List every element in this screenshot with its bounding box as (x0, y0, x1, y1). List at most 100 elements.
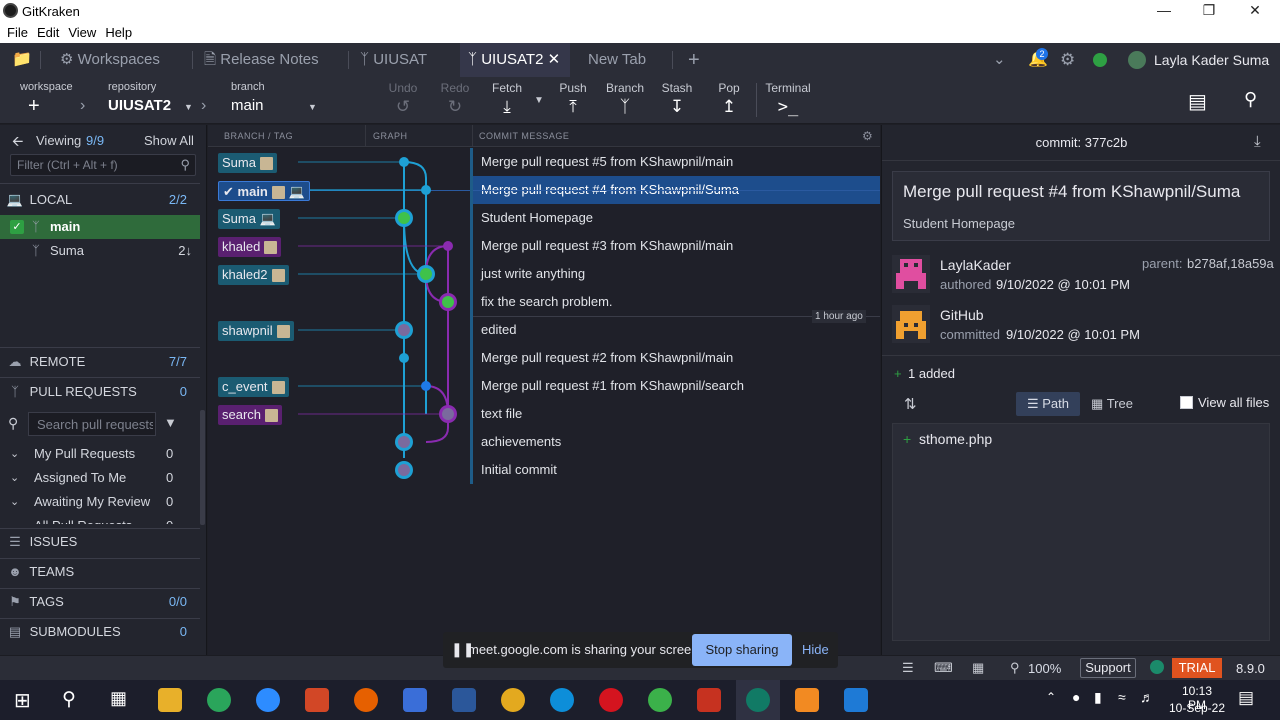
pr-search-input[interactable]: Search pull requests (28, 412, 156, 436)
back-arrow-icon[interactable]: 🡨 (12, 131, 23, 155)
local-branch-main[interactable]: ✓ ᛉ main (0, 215, 200, 239)
issues-section[interactable]: ☰ ISSUES (0, 529, 200, 555)
parent-hashes[interactable]: b278af,18a59a (1187, 256, 1274, 271)
task-view-icon[interactable]: ▦ (110, 688, 127, 709)
view-all-files-checkbox[interactable] (1180, 396, 1193, 409)
add-tab-icon[interactable]: + (680, 43, 704, 77)
commit-row[interactable]: achievements (473, 428, 880, 456)
branch-badge[interactable]: khaled (218, 237, 282, 257)
commit-row[interactable]: Merge pull request #1 from KShawpnil/sea… (473, 372, 880, 400)
powerpoint-icon[interactable] (305, 688, 329, 712)
stash-button[interactable]: Stash ↧ (654, 81, 700, 117)
undo-button[interactable]: Undo ↺ (380, 81, 426, 117)
close-tab-icon[interactable]: ✕ (548, 51, 561, 68)
filter-icon[interactable]: ▼ (164, 415, 177, 430)
branch-badge[interactable]: search (218, 405, 283, 425)
gitkraken-taskbar-icon[interactable] (746, 688, 770, 712)
pop-button[interactable]: Pop ↥ (706, 81, 752, 117)
layout-icon[interactable]: ▤ (1188, 89, 1207, 114)
commit-row[interactable]: text file (473, 400, 880, 428)
branch-button[interactable]: Branch ᛉ (602, 81, 648, 117)
local-branch-suma[interactable]: ᛉ Suma 2↓ (0, 239, 200, 263)
tree-view-button[interactable]: ▦ Tree (1084, 392, 1140, 416)
tab-release-notes[interactable]: 🗎 Release Notes (196, 43, 346, 77)
show-all-button[interactable]: Show All (144, 133, 194, 148)
branch-badge[interactable]: Suma (218, 153, 277, 173)
xampp-icon[interactable] (795, 688, 819, 712)
sort-icon[interactable]: ⇅ (904, 395, 917, 413)
branch-selector[interactable]: main (231, 97, 264, 114)
wifi-icon[interactable]: ≈ (1118, 689, 1126, 705)
tab-workspaces[interactable]: ⚙ Workspaces (52, 43, 190, 77)
minimize-icon[interactable]: — (1149, 2, 1179, 18)
download-icon[interactable]: ⤓ (1254, 133, 1261, 150)
commit-row[interactable]: Merge pull request #3 from KShawpnil/mai… (473, 232, 880, 260)
edge-icon[interactable] (550, 688, 574, 712)
remote-section[interactable]: ☁ REMOTE 7/7 (0, 349, 200, 375)
word-icon[interactable] (452, 688, 476, 712)
commit-row[interactable]: Merge pull request #5 from KShawpnil/mai… (473, 148, 880, 176)
file-item[interactable]: + sthome.php (893, 428, 1269, 452)
keyboard-icon[interactable]: ⌨ (934, 660, 953, 676)
scrollbar[interactable] (200, 410, 205, 525)
submodules-section[interactable]: ▤ SUBMODULES 0 (0, 619, 200, 645)
pr-item-assigned[interactable]: ⌄ Assigned To Me 0 (0, 466, 200, 490)
folder-icon[interactable]: 📁 (4, 43, 36, 77)
fetch-options-icon[interactable]: ▼ (534, 95, 544, 106)
trial-badge[interactable]: TRIAL (1172, 658, 1222, 678)
local-section[interactable]: 💻 LOCAL 2/2 (0, 187, 200, 213)
tab-uiusat[interactable]: ᛉ UIUSAT (352, 43, 452, 77)
menu-help[interactable]: Help (105, 25, 132, 40)
chevron-up-icon[interactable]: ⌃ (1046, 690, 1056, 704)
branch-badge[interactable]: ✔ main 💻 (218, 181, 310, 201)
windows-start-icon[interactable]: ⊞ (14, 688, 31, 713)
commit-row[interactable]: Initial commit (473, 456, 880, 484)
teams-section[interactable]: ☻ TEAMS (0, 559, 200, 585)
chevron-down-icon[interactable]: ⌄ (985, 43, 1015, 77)
pr-item-all[interactable]: ⌄ All Pull Requests 0 (0, 514, 200, 524)
gift-icon[interactable]: ▦ (972, 660, 984, 676)
zoom-level[interactable]: 100% (1028, 661, 1061, 676)
tags-section[interactable]: ⚑ TAGS 0/0 (0, 589, 200, 615)
battery-icon[interactable]: ▮ (1094, 689, 1102, 706)
tab-new[interactable]: New Tab (580, 43, 670, 77)
restore-icon[interactable]: ❐ (1194, 2, 1224, 19)
list-view-icon[interactable]: ☰ (902, 660, 914, 676)
microphone-icon[interactable]: ● (1072, 689, 1080, 705)
zoom-app-icon[interactable] (256, 688, 280, 712)
avatar[interactable] (1128, 51, 1146, 69)
repository-selector[interactable]: UIUSAT2 (108, 97, 171, 114)
user-menu[interactable]: Layla Kader Suma ▼ (1146, 43, 1276, 102)
branch-badge[interactable]: Suma 💻 (218, 209, 280, 229)
tab-uiusat2[interactable]: ᛉ UIUSAT2 ✕ (460, 43, 570, 77)
vscode-icon[interactable] (844, 688, 868, 712)
pr-search[interactable]: ⚲ Search pull requests ▼ (0, 411, 200, 437)
stop-sharing-button[interactable]: Stop sharing (692, 634, 792, 666)
clock-date[interactable]: 10-Sep-22 (1168, 701, 1226, 715)
branch-badge[interactable]: c_event (218, 377, 289, 397)
messaging-app-icon[interactable] (207, 688, 231, 712)
firefox-icon[interactable] (354, 688, 378, 712)
branch-badge[interactable]: khaled2 (218, 265, 289, 285)
commit-row[interactable]: just write anything (473, 260, 880, 288)
add-icon[interactable]: + (28, 95, 40, 118)
support-button[interactable]: Support (1080, 658, 1136, 678)
chrome-icon[interactable] (501, 688, 525, 712)
volume-icon[interactable]: ♬ (1140, 689, 1154, 705)
branch-badge[interactable]: shawpnil (218, 321, 294, 341)
push-button[interactable]: Push ⤒ (550, 81, 596, 117)
redo-button[interactable]: Redo ↻ (432, 81, 478, 117)
filter-input[interactable]: Filter (Ctrl + Alt + f) ⚲ (10, 154, 196, 176)
pr-item-awaiting[interactable]: ⌄ Awaiting My Review 0 (0, 490, 200, 514)
notifications-icon[interactable]: ▤ (1238, 688, 1254, 708)
pull-requests-section[interactable]: ᛉ PULL REQUESTS 0 (0, 379, 200, 405)
file-explorer-icon[interactable] (158, 688, 182, 712)
terminal-button[interactable]: Terminal >_ (762, 81, 814, 117)
gear-icon[interactable]: ⚙ (1052, 43, 1082, 77)
menu-file[interactable]: File (7, 25, 28, 40)
opera-icon[interactable] (599, 688, 623, 712)
fetch-button[interactable]: Fetch ⤓ (484, 81, 530, 117)
close-icon[interactable]: ✕ (1240, 2, 1270, 19)
hide-button[interactable]: Hide (802, 642, 829, 657)
menu-edit[interactable]: Edit (37, 25, 59, 40)
